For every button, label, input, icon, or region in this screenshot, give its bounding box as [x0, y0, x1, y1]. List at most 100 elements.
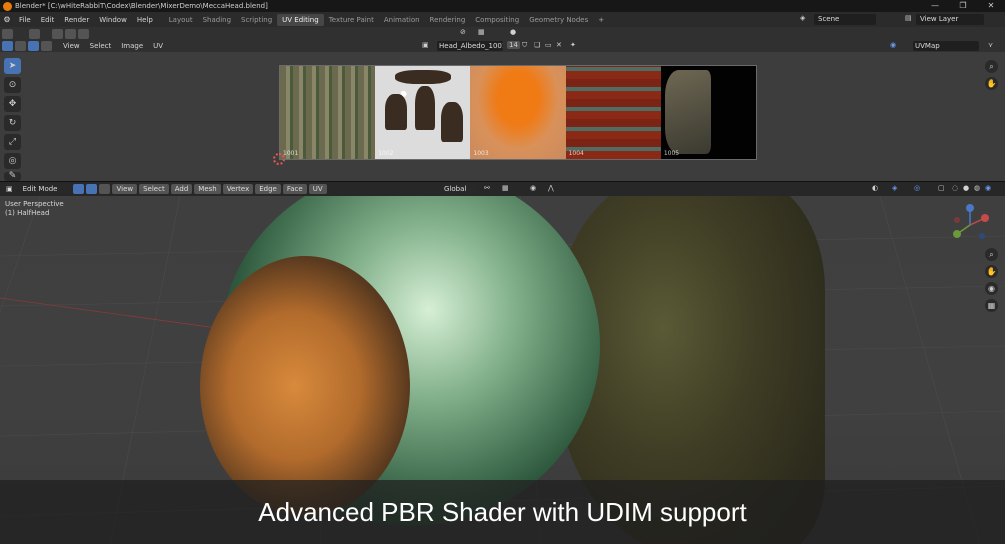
- tab-scripting[interactable]: Scripting: [236, 14, 277, 26]
- select-tool-icon[interactable]: [29, 28, 40, 39]
- uv-menu-image[interactable]: Image: [116, 42, 148, 50]
- gizmo-toggle-icon[interactable]: ◈: [892, 184, 897, 192]
- uv-vertex-icon[interactable]: [65, 28, 76, 39]
- uv-sync-icon[interactable]: [52, 28, 63, 39]
- viewport-menu-uv[interactable]: UV: [308, 184, 327, 194]
- zoom-icon[interactable]: ⌕: [985, 60, 998, 73]
- image-browse-icon[interactable]: ▣: [422, 41, 429, 49]
- mode-dropdown[interactable]: Edit Mode: [18, 184, 72, 194]
- fake-user-icon[interactable]: ⛉: [522, 41, 527, 50]
- perspective-toggle-icon[interactable]: ▦: [985, 299, 998, 312]
- menu-render[interactable]: Render: [59, 16, 94, 24]
- visibility-icon[interactable]: ◐: [872, 184, 878, 192]
- shading-material-icon[interactable]: ◍: [974, 184, 980, 192]
- uv-island-mode-icon[interactable]: [41, 41, 52, 51]
- viewport-menu-mesh[interactable]: Mesh: [194, 184, 221, 194]
- face-select-icon[interactable]: [99, 184, 111, 194]
- vertex-select-icon[interactable]: [73, 184, 85, 194]
- viewport-navigation: ⌕ ✋ ◉ ▦: [985, 248, 999, 316]
- uv-menu-select[interactable]: Select: [85, 42, 117, 50]
- uv-face-mode-icon[interactable]: [28, 41, 39, 51]
- viewport-menu-face[interactable]: Face: [282, 184, 307, 194]
- viewport-menu-view[interactable]: View: [112, 184, 138, 194]
- scale-tool-icon[interactable]: ⤢: [4, 134, 21, 150]
- maximize-button[interactable]: ❐: [949, 0, 977, 12]
- pan-hand-icon[interactable]: ✋: [985, 265, 998, 278]
- uvmap-field[interactable]: UVMap: [913, 41, 979, 51]
- viewport-menu-select[interactable]: Select: [139, 184, 169, 194]
- move-tool-icon[interactable]: ✥: [4, 96, 21, 112]
- menu-edit[interactable]: Edit: [36, 16, 60, 24]
- pivot-point-icon[interactable]: ⚯: [484, 184, 490, 192]
- orientation-dropdown[interactable]: Global: [440, 184, 477, 194]
- uv-edge-icon[interactable]: [78, 28, 89, 39]
- proportional-icon[interactable]: ⊘: [460, 28, 466, 36]
- close-button[interactable]: ✕: [977, 0, 1005, 12]
- shading-rendered-icon[interactable]: ◉: [985, 184, 991, 192]
- scene-icon[interactable]: ◈: [800, 14, 805, 22]
- open-image-icon[interactable]: ▭: [545, 41, 552, 49]
- uv-edge-mode-icon[interactable]: [15, 41, 26, 51]
- pin-icon[interactable]: ✦: [570, 41, 576, 49]
- annotate-tool-icon[interactable]: ✎: [4, 172, 21, 181]
- shading-solid-icon[interactable]: ●: [963, 184, 969, 192]
- overlay-toggle-icon[interactable]: ◎: [914, 184, 920, 192]
- tab-rendering[interactable]: Rendering: [425, 14, 471, 26]
- title-bar: Blender* [C:\wHiteRabbiT\Codex\Blender\M…: [0, 0, 1005, 12]
- rotate-tool-icon[interactable]: ↻: [4, 115, 21, 131]
- uv-options-icon[interactable]: ⋎: [988, 41, 993, 49]
- uv-toolbar: ➤ ⊙ ✥ ↻ ⤢ ◎: [4, 58, 22, 172]
- viewport-menu-add[interactable]: Add: [170, 184, 193, 194]
- transform-tool-icon[interactable]: ◎: [4, 153, 21, 169]
- image-users-count[interactable]: 14: [507, 41, 520, 49]
- uv-menu-uv[interactable]: UV: [148, 42, 168, 50]
- falloff-icon[interactable]: ⋀: [548, 184, 554, 192]
- menu-file[interactable]: File: [14, 16, 36, 24]
- tile-number: 1002: [378, 150, 394, 157]
- zoom-icon[interactable]: ⌕: [985, 248, 998, 261]
- tab-animation[interactable]: Animation: [379, 14, 425, 26]
- uv-select-mode-icon[interactable]: [2, 41, 13, 51]
- menu-window[interactable]: Window: [94, 16, 132, 24]
- viewport-menu-vertex[interactable]: Vertex: [222, 184, 254, 194]
- navigation-gizmo[interactable]: [949, 204, 991, 246]
- view-layer-field[interactable]: View Layer: [916, 14, 984, 25]
- editor-type-icon[interactable]: [2, 28, 13, 39]
- 2d-cursor-icon[interactable]: [273, 153, 285, 165]
- uvmap-icon: ◉: [890, 41, 897, 49]
- tab-geometry-nodes[interactable]: Geometry Nodes: [524, 14, 593, 26]
- pan-hand-icon[interactable]: ✋: [985, 77, 998, 90]
- edge-select-icon[interactable]: [86, 184, 98, 194]
- blender-menu-icon[interactable]: ⚙: [0, 15, 14, 24]
- snap-toggle-icon[interactable]: ▦: [502, 184, 509, 192]
- cursor-tool-icon[interactable]: ⊙: [4, 77, 21, 93]
- menu-help[interactable]: Help: [132, 16, 158, 24]
- window-title: Blender* [C:\wHiteRabbiT\Codex\Blender\M…: [15, 2, 268, 10]
- tab-uv-editing[interactable]: UV Editing: [277, 13, 324, 26]
- udim-tile-1001: 1001: [280, 66, 376, 159]
- tab-layout[interactable]: Layout: [164, 14, 198, 26]
- uv-editor-canvas[interactable]: ➤ ⊙ ✥ ↻ ⤢ ◎ 1001 1002 1003 1004 1005 ⌕ ✋: [0, 52, 1005, 181]
- unlink-image-icon[interactable]: ✕: [556, 41, 562, 49]
- view-layer-icon[interactable]: ▤: [905, 14, 912, 22]
- tab-compositing[interactable]: Compositing: [470, 14, 524, 26]
- camera-view-icon[interactable]: ◉: [985, 282, 998, 295]
- select-cursor-icon[interactable]: ➤: [4, 58, 21, 74]
- uv-menu-view[interactable]: View: [58, 42, 85, 50]
- viewport-menu-edge[interactable]: Edge: [255, 184, 281, 194]
- proportional-edit-icon[interactable]: ◉: [530, 184, 536, 192]
- minimize-button[interactable]: —: [921, 0, 949, 12]
- tile-number: 1005: [663, 150, 680, 157]
- new-image-icon[interactable]: ❏: [534, 41, 540, 49]
- add-workspace-button[interactable]: +: [593, 14, 609, 26]
- tab-texture-paint[interactable]: Texture Paint: [324, 14, 379, 26]
- xray-icon[interactable]: ▢: [938, 184, 945, 192]
- snap-icon[interactable]: ▦: [478, 28, 485, 36]
- tab-shading[interactable]: Shading: [198, 14, 236, 26]
- image-name-field[interactable]: Head_Albedo_1001.png: [437, 41, 503, 51]
- shading-wireframe-icon[interactable]: ◌: [952, 184, 958, 192]
- active-object-label: (1) HalfHead: [5, 209, 50, 217]
- viewport-editor-type-icon[interactable]: ▣: [2, 184, 17, 194]
- scene-field[interactable]: Scene: [814, 14, 876, 25]
- pivot-icon[interactable]: ●: [510, 28, 516, 36]
